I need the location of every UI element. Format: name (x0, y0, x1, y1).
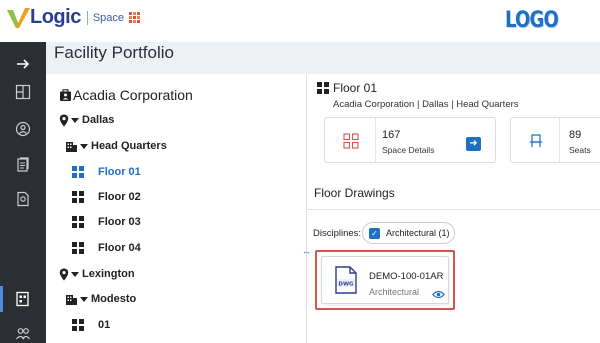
seats-card[interactable]: 89 Seats (510, 117, 600, 163)
drawing-card[interactable]: DWG DEMO-100-01AR Architectural (321, 256, 449, 304)
chevron-down-icon[interactable] (80, 143, 88, 149)
floor-icon (72, 319, 84, 331)
customer-logo: LOGO (505, 8, 559, 33)
left-rail (0, 42, 46, 343)
seat-icon (530, 134, 542, 147)
brand-v-icon (7, 7, 30, 28)
top-bar: Logic Space LOGO (0, 0, 600, 42)
discipline-filter-chip[interactable]: ✓ Architectural (1) (362, 222, 455, 244)
space-details-label: Space Details (382, 145, 435, 155)
dwg-badge-text: DWG (338, 282, 354, 288)
tree-floor-label: Floor 02 (98, 191, 141, 203)
building-icon (66, 142, 77, 152)
brand-name: Logic (30, 6, 81, 28)
tree-building-label: Modesto (91, 293, 137, 305)
tree-building-modesto[interactable]: Modesto (65, 289, 136, 309)
chevron-down-icon[interactable] (71, 271, 79, 277)
portfolio-tree: Acadia Corporation Dallas Head Quarters … (54, 74, 306, 343)
card-divider (559, 118, 560, 162)
tree-floor-label: Floor 04 (98, 242, 141, 254)
people-icon[interactable] (15, 325, 31, 341)
discipline-chip-label: Architectural (1) (386, 228, 450, 238)
card-divider (375, 118, 376, 162)
floor-plan-icon[interactable] (15, 291, 31, 307)
page-title: Facility Portfolio (54, 43, 174, 62)
space-details-value: 167 (382, 129, 401, 141)
layout-icon[interactable] (15, 84, 31, 100)
drawing-discipline: Architectural (369, 287, 420, 297)
tree-floor-item[interactable]: Floor 01 (72, 162, 141, 182)
chevron-down-icon[interactable] (80, 296, 88, 302)
floor-icon (317, 82, 329, 94)
map-document-icon[interactable] (15, 191, 31, 207)
tree-floor-item[interactable]: Floor 03 (72, 212, 141, 232)
tree-building-label: Head Quarters (91, 140, 167, 152)
seats-value: 89 (569, 129, 582, 141)
resize-handle-icon[interactable]: ↔ (302, 246, 311, 256)
tree-floor-label: Floor 03 (98, 216, 141, 228)
tree-org[interactable]: Acadia Corporation (59, 85, 193, 105)
expand-arrow-icon[interactable] (15, 56, 31, 72)
chevron-down-icon[interactable] (71, 117, 79, 123)
building-icon (66, 295, 77, 305)
floor-title: Floor 01 (333, 81, 378, 95)
tree-site-lexington[interactable]: Lexington (59, 264, 135, 284)
section-divider (307, 209, 600, 210)
tree-site-label: Lexington (82, 268, 135, 280)
tree-site-label: Dallas (82, 114, 115, 126)
spaces-grid-icon (343, 133, 359, 149)
active-indicator (0, 286, 3, 312)
checkbox-checked-icon[interactable]: ✓ (369, 228, 380, 239)
tree-floor-item[interactable]: Floor 04 (72, 238, 141, 258)
floor-icon (72, 166, 84, 178)
brand-module: Space (92, 11, 125, 24)
floor-icon (72, 191, 84, 203)
tree-floor-item[interactable]: 01 (72, 315, 110, 335)
seats-label: Seats (569, 145, 591, 155)
floor-breadcrumb: Acadia Corporation | Dallas | Head Quart… (333, 99, 519, 110)
open-space-details-button[interactable]: ➜ (466, 137, 481, 151)
floor-drawings-heading: Floor Drawings (314, 186, 395, 200)
space-details-card[interactable]: 167 Space Details ➜ (324, 117, 496, 163)
floor-icon (72, 242, 84, 254)
floor-icon (72, 216, 84, 228)
eye-icon[interactable] (432, 290, 445, 299)
location-pin-icon (59, 268, 69, 280)
tree-floor-label: 01 (98, 319, 111, 331)
documents-icon[interactable] (15, 157, 31, 173)
brand[interactable]: Logic Space (6, 6, 141, 29)
dwg-file-icon: DWG (335, 266, 357, 294)
organization-badge-icon (60, 88, 71, 101)
tree-building-hq[interactable]: Head Quarters (65, 136, 167, 156)
location-pin-icon (59, 114, 69, 126)
page-header: Facility Portfolio (46, 42, 600, 74)
module-grid-icon (129, 12, 141, 23)
tree-floor-label: Floor 01 (98, 166, 141, 178)
drawing-name: DEMO-100-01AR (369, 271, 444, 282)
drawing-highlight: DWG DEMO-100-01AR Architectural (315, 250, 455, 310)
tree-floor-item[interactable]: Floor 02 (72, 187, 141, 207)
tree-org-label: Acadia Corporation (73, 87, 193, 103)
disciplines-label: Disciplines: (313, 228, 362, 239)
user-location-icon[interactable] (15, 121, 31, 137)
tree-site-dallas[interactable]: Dallas (59, 110, 114, 130)
brand-separator (86, 10, 88, 25)
